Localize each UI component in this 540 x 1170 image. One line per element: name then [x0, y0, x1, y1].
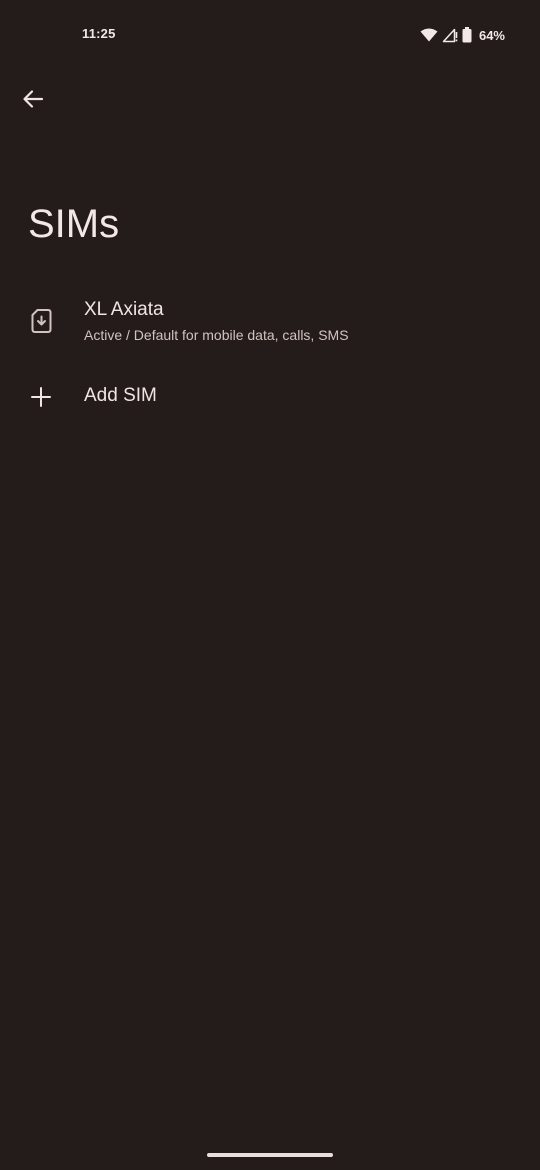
- arrow-back-icon: [22, 89, 44, 114]
- page-title: SIMs: [28, 202, 120, 246]
- status-time: 11:25: [82, 26, 116, 41]
- back-button[interactable]: [12, 80, 54, 122]
- add-sim-button[interactable]: Add SIM: [0, 366, 540, 428]
- sim-name: XL Axiata: [84, 299, 164, 320]
- battery-percent: 64%: [478, 27, 505, 43]
- status-bar: 11:25 64%: [0, 0, 540, 70]
- cell-signal-icon: [442, 27, 458, 43]
- status-icons: 64%: [420, 25, 505, 45]
- battery-icon: [462, 27, 472, 43]
- add-sim-label: Add SIM: [84, 385, 157, 406]
- wifi-icon: [420, 28, 438, 42]
- plus-icon: [30, 386, 52, 408]
- gesture-nav-handle[interactable]: [207, 1153, 333, 1157]
- sim-item-xl-axiata[interactable]: XL Axiata Active / Default for mobile da…: [0, 282, 540, 360]
- sim-summary: Active / Default for mobile data, calls,…: [84, 327, 349, 343]
- esim-download-icon: [30, 306, 54, 336]
